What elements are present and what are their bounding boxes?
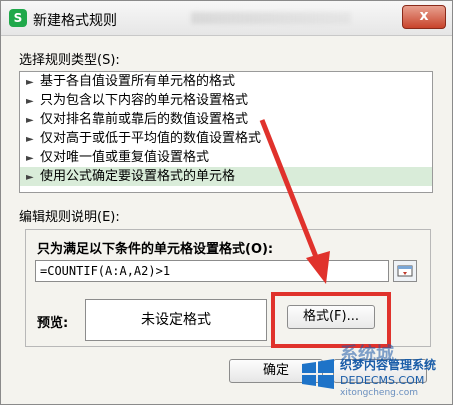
screenshot: S 新建格式规则 x 选择规则类型(S): ► 基于各自值设置所有单元格的格式 ►… (0, 0, 453, 405)
triangle-bullet-icon: ► (26, 77, 34, 88)
preview-box: 未设定格式 (85, 299, 267, 341)
watermark-line3: xitongcheng.com (340, 388, 418, 398)
watermark-line1: 织梦内容管理系统 (340, 358, 437, 372)
rule-type-item-label: 基于各自值设置所有单元格的格式 (40, 74, 236, 89)
title-bar[interactable]: S 新建格式规则 x (1, 1, 452, 36)
range-select-button[interactable] (393, 260, 417, 282)
close-button[interactable]: x (402, 5, 446, 29)
triangle-bullet-icon: ► (26, 172, 34, 183)
rule-type-item-label: 使用公式确定要设置格式的单元格 (40, 169, 236, 184)
triangle-bullet-icon: ► (26, 115, 34, 126)
rule-type-item[interactable]: ► 只为包含以下内容的单元格设置格式 (20, 91, 432, 110)
rule-type-item[interactable]: ► 仅对唯一值或重复值设置格式 (20, 148, 432, 167)
rule-type-item[interactable]: ► 仅对高于或低于平均值的数值设置格式 (20, 129, 432, 148)
triangle-bullet-icon: ► (26, 153, 34, 164)
rule-type-item[interactable]: ► 基于各自值设置所有单元格的格式 (20, 72, 432, 91)
rule-type-list[interactable]: ► 基于各自值设置所有单元格的格式 ► 只为包含以下内容的单元格设置格式 ► 仅对排名… (19, 71, 433, 193)
rule-type-item-label: 仅对高于或低于平均值的数值设置格式 (40, 131, 262, 146)
rule-type-item-selected[interactable]: ► 使用公式确定要设置格式的单元格 (20, 167, 432, 186)
blurred-background-title (191, 12, 351, 24)
rule-type-label: 选择规则类型(S): (19, 53, 120, 68)
rule-type-item-label: 只为包含以下内容的单元格设置格式 (40, 93, 249, 108)
watermark-line2: DEDECMS.COM (340, 374, 425, 387)
triangle-bullet-icon: ► (26, 134, 34, 145)
windows-logo-icon (302, 359, 334, 389)
site-watermark: 系统城 织梦内容管理系统 DEDECMS.COM xitongcheng.com (300, 344, 450, 402)
rule-type-item[interactable]: ► 仅对排名靠前或靠后的数值设置格式 (20, 110, 432, 129)
triangle-bullet-icon: ► (26, 96, 34, 107)
dialog-title: 新建格式规则 (33, 13, 117, 29)
rule-type-item-label: 仅对排名靠前或靠后的数值设置格式 (40, 112, 249, 127)
edit-rule-label: 编辑规则说明(E): (19, 210, 120, 225)
rule-type-item-label: 仅对唯一值或重复值设置格式 (40, 150, 210, 165)
formula-input[interactable]: =COUNTIF(A:A,A2)>1 (35, 260, 389, 282)
formula-condition-label: 只为满足以下条件的单元格设置格式(O): (37, 242, 274, 257)
preview-label: 预览: (37, 316, 69, 331)
wps-app-icon: S (9, 9, 27, 27)
range-select-icon (397, 265, 413, 277)
